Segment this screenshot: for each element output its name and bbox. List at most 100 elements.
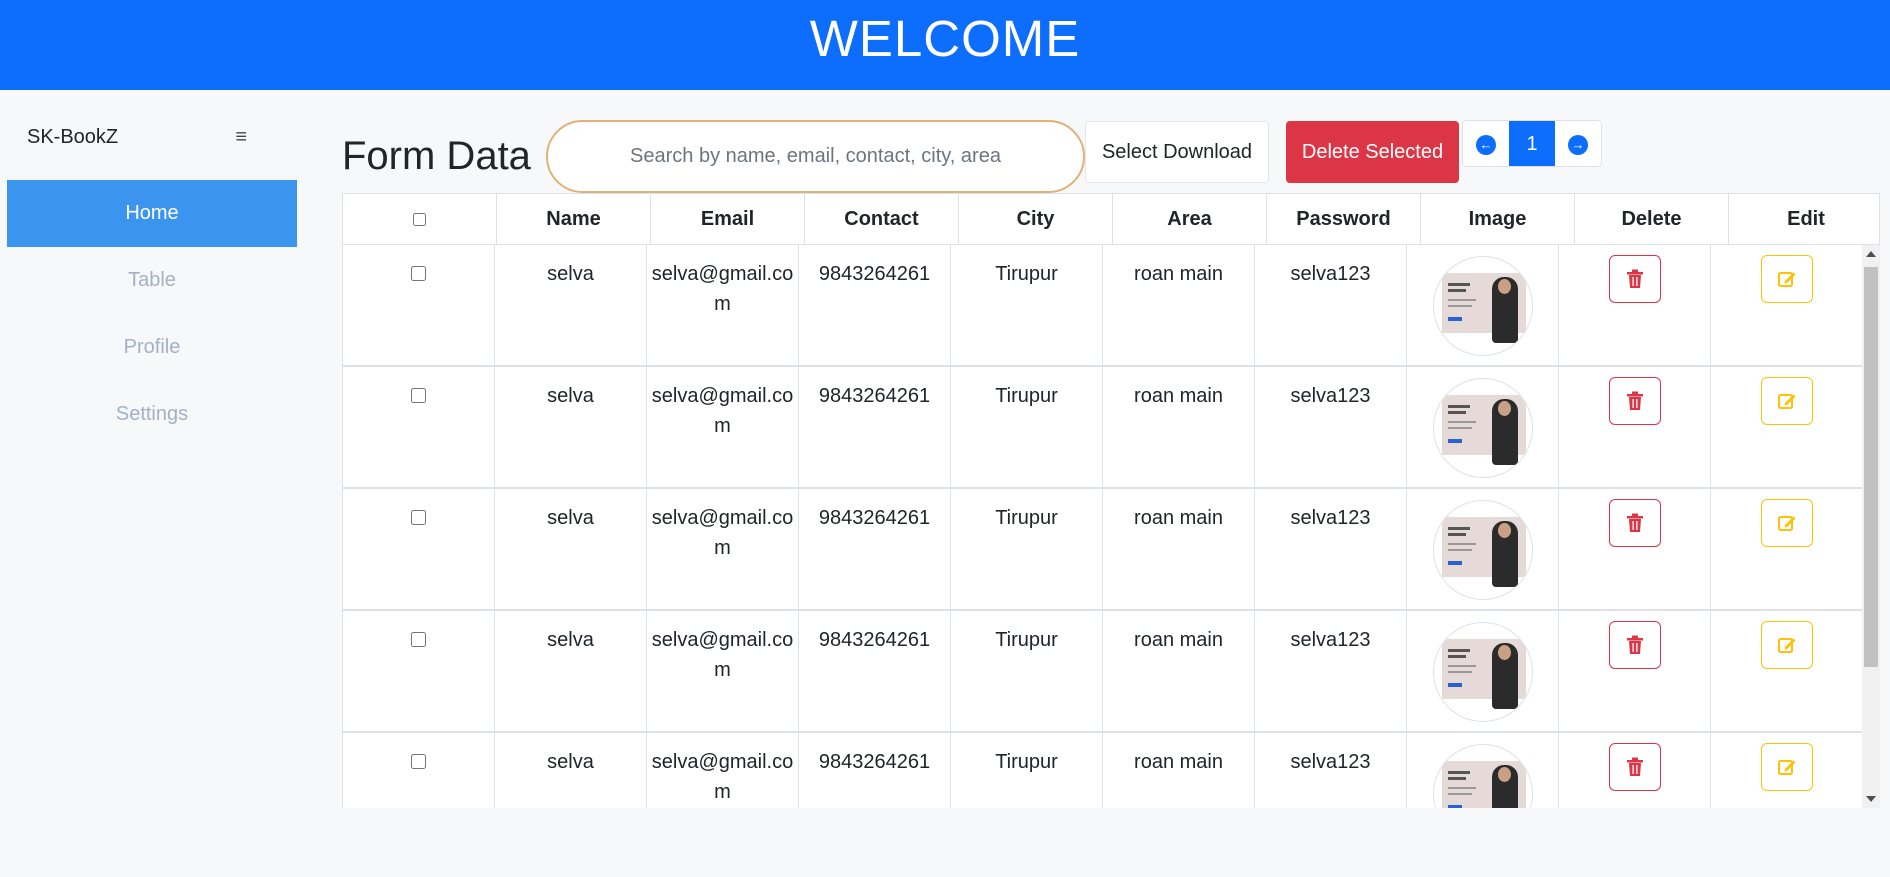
sidebar-item-profile[interactable]: Profile [7, 314, 297, 381]
cell-image [1407, 489, 1559, 609]
delete-row-button[interactable] [1608, 377, 1661, 425]
sidebar-item-home[interactable]: Home [7, 180, 297, 247]
column-header-contact: Contact [805, 194, 959, 244]
delete-selected-button[interactable]: Delete Selected [1286, 121, 1459, 183]
cell-contact: 9843264261 [799, 245, 951, 365]
column-header-image: Image [1421, 194, 1575, 244]
sidebar-item-settings[interactable]: Settings [7, 381, 297, 448]
cell-edit [1711, 245, 1863, 365]
column-header-delete: Delete [1575, 194, 1729, 244]
row-checkbox[interactable] [411, 388, 426, 403]
cell-edit [1711, 367, 1863, 487]
row-select-cell [343, 367, 495, 487]
cell-city: Tirupur [951, 367, 1103, 487]
trash-icon [1626, 635, 1643, 654]
row-checkbox[interactable] [411, 510, 426, 525]
cell-image [1407, 611, 1559, 731]
column-header-city: City [959, 194, 1113, 244]
delete-row-button[interactable] [1608, 743, 1661, 791]
sidebar-item-label: Settings [115, 403, 189, 425]
table-scrollbar[interactable] [1862, 245, 1880, 808]
row-select-cell [343, 611, 495, 731]
cell-edit [1711, 489, 1863, 609]
row-select-cell [343, 733, 495, 808]
edit-row-button[interactable] [1760, 499, 1813, 547]
edit-row-button[interactable] [1760, 377, 1813, 425]
cell-edit [1711, 611, 1863, 731]
column-header-name: Name [497, 194, 651, 244]
scroll-down-arrow-icon[interactable] [1866, 796, 1876, 802]
page-title: Form Data [342, 134, 531, 178]
cell-delete [1559, 489, 1711, 609]
cell-image [1407, 367, 1559, 487]
cell-password: selva123 [1255, 733, 1407, 808]
sidebar-brand-row: SK-BookZ ≡ [27, 126, 247, 149]
cell-area: roan main [1103, 733, 1255, 808]
sidebar-item-label: Profile [123, 336, 181, 358]
select-download-button[interactable]: Select Download [1085, 121, 1269, 183]
search-input[interactable] [546, 120, 1085, 193]
edit-icon [1777, 760, 1795, 775]
cell-email: selva@gmail.com [647, 245, 799, 365]
cell-email: selva@gmail.com [647, 733, 799, 808]
cell-delete [1559, 245, 1711, 365]
trash-icon [1626, 269, 1643, 288]
user-image-thumbnail [1432, 744, 1533, 808]
row-select-cell [343, 489, 495, 609]
cell-delete [1559, 611, 1711, 731]
row-checkbox[interactable] [411, 754, 426, 769]
delete-row-button[interactable] [1608, 255, 1661, 303]
table-row: selva selva@gmail.com 9843264261 Tirupur… [342, 611, 1880, 733]
row-select-cell [343, 245, 495, 365]
cell-contact: 9843264261 [799, 611, 951, 731]
next-page-button[interactable]: → [1555, 121, 1601, 166]
cell-password: selva123 [1255, 245, 1407, 365]
hamburger-icon[interactable]: ≡ [235, 126, 247, 149]
edit-row-button[interactable] [1760, 743, 1813, 791]
scrollbar-thumb[interactable] [1864, 267, 1878, 667]
edit-row-button[interactable] [1760, 621, 1813, 669]
edit-icon [1777, 516, 1795, 531]
cell-area: roan main [1103, 611, 1255, 731]
cell-area: roan main [1103, 245, 1255, 365]
cell-city: Tirupur [951, 489, 1103, 609]
cell-delete [1559, 733, 1711, 808]
table-body: selva selva@gmail.com 9843264261 Tirupur… [342, 245, 1880, 808]
trash-icon [1626, 513, 1643, 532]
cell-city: Tirupur [951, 733, 1103, 808]
cell-email: selva@gmail.com [647, 611, 799, 731]
delete-row-button[interactable] [1608, 621, 1661, 669]
cell-contact: 9843264261 [799, 733, 951, 808]
sidebar: SK-BookZ ≡ Home Table Profile Settings [0, 90, 305, 877]
cell-delete [1559, 367, 1711, 487]
user-image-thumbnail [1432, 256, 1533, 356]
table-row: selva selva@gmail.com 9843264261 Tirupur… [342, 367, 1880, 489]
arrow-right-icon: → [1568, 134, 1588, 155]
cell-password: selva123 [1255, 611, 1407, 731]
edit-icon [1777, 272, 1795, 287]
cell-image [1407, 245, 1559, 365]
cell-contact: 9843264261 [799, 367, 951, 487]
delete-row-button[interactable] [1608, 499, 1661, 547]
column-header-password: Password [1267, 194, 1421, 244]
prev-page-button[interactable]: ← [1463, 121, 1509, 166]
cell-area: roan main [1103, 367, 1255, 487]
row-checkbox[interactable] [411, 632, 426, 647]
select-all-checkbox[interactable] [413, 212, 426, 226]
cell-name: selva [495, 367, 647, 487]
arrow-left-icon: ← [1476, 134, 1496, 155]
user-image-thumbnail [1432, 622, 1533, 722]
scroll-up-arrow-icon[interactable] [1866, 251, 1876, 257]
edit-row-button[interactable] [1760, 255, 1813, 303]
edit-icon [1777, 638, 1795, 653]
page-number-button[interactable]: 1 [1509, 121, 1555, 166]
sidebar-item-table[interactable]: Table [7, 247, 297, 314]
cell-image [1407, 733, 1559, 808]
cell-name: selva [495, 245, 647, 365]
cell-area: roan main [1103, 489, 1255, 609]
sidebar-item-label: Home [125, 202, 179, 224]
row-checkbox[interactable] [411, 266, 426, 281]
pagination: ← 1 → [1462, 120, 1602, 167]
cell-edit [1711, 733, 1863, 808]
brand-name: SK-BookZ [27, 126, 119, 148]
